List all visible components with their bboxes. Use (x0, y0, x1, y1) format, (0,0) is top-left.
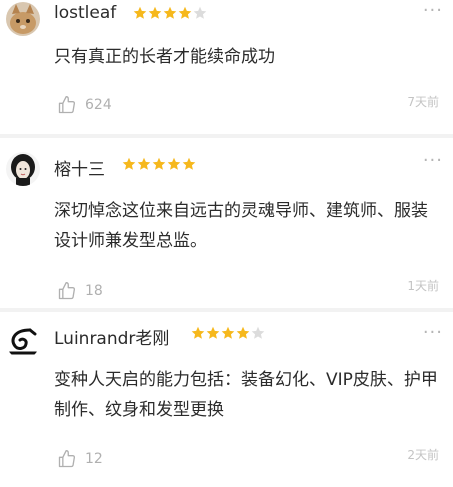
star-empty-icon (251, 326, 265, 339)
like-button[interactable]: 624 (57, 95, 112, 115)
timestamp: 2天前 (407, 448, 439, 462)
timestamp: 1天前 (407, 279, 439, 293)
comment-card: lostleaf ··· 只有真正的长者才能续命成功 624 7天前 (0, 0, 453, 134)
star-filled-icon (206, 326, 220, 339)
star-filled-icon (148, 6, 162, 19)
avatar[interactable] (6, 152, 40, 186)
thumbs-up-icon (58, 450, 76, 468)
timestamp: 7天前 (407, 95, 439, 109)
star-empty-icon (193, 6, 207, 19)
thumbs-up-icon (58, 96, 76, 114)
rating-stars (122, 157, 196, 171)
more-options-icon[interactable]: ··· (423, 322, 443, 343)
star-filled-icon (137, 157, 151, 170)
like-count: 12 (85, 451, 103, 467)
comment-text: 变种人天启的能力包括：装备幻化、VIP皮肤、护甲制作、纹身和发型更换 (54, 370, 438, 420)
star-filled-icon (182, 157, 196, 170)
username[interactable]: Luinrandr老刚 (54, 324, 169, 349)
star-filled-icon (178, 6, 192, 19)
avatar[interactable] (6, 325, 40, 359)
like-count: 624 (85, 97, 112, 113)
star-filled-icon (221, 326, 235, 339)
comment-feed: lostleaf ··· 只有真正的长者才能续命成功 624 7天前 榕十三 ·… (0, 0, 453, 487)
like-button[interactable]: 12 (57, 449, 103, 469)
rating-stars (191, 326, 265, 340)
comment-text: 只有真正的长者才能续命成功 (54, 47, 275, 67)
more-options-icon[interactable]: ··· (423, 0, 443, 21)
star-filled-icon (122, 157, 136, 170)
star-filled-icon (191, 326, 205, 339)
comment-text: 深切悼念这位来自远古的灵魂导师、建筑师、服装设计师兼发型总监。 (54, 201, 428, 251)
rating-stars (133, 6, 207, 20)
star-filled-icon (133, 6, 147, 19)
star-filled-icon (236, 326, 250, 339)
comment-card: 榕十三 ··· 深切悼念这位来自远古的灵魂导师、建筑师、服装设计师兼发型总监。 … (0, 138, 453, 308)
star-filled-icon (152, 157, 166, 170)
username[interactable]: 榕十三 (54, 155, 105, 180)
star-filled-icon (167, 157, 181, 170)
like-button[interactable]: 18 (57, 281, 103, 301)
avatar[interactable] (6, 2, 40, 36)
username[interactable]: lostleaf (54, 3, 116, 23)
more-options-icon[interactable]: ··· (423, 150, 443, 171)
star-filled-icon (163, 6, 177, 19)
like-count: 18 (85, 283, 103, 299)
thumbs-up-icon (58, 282, 76, 300)
comment-card: Luinrandr老刚 ··· 变种人天启的能力包括：装备幻化、VIP皮肤、护甲… (0, 312, 453, 487)
